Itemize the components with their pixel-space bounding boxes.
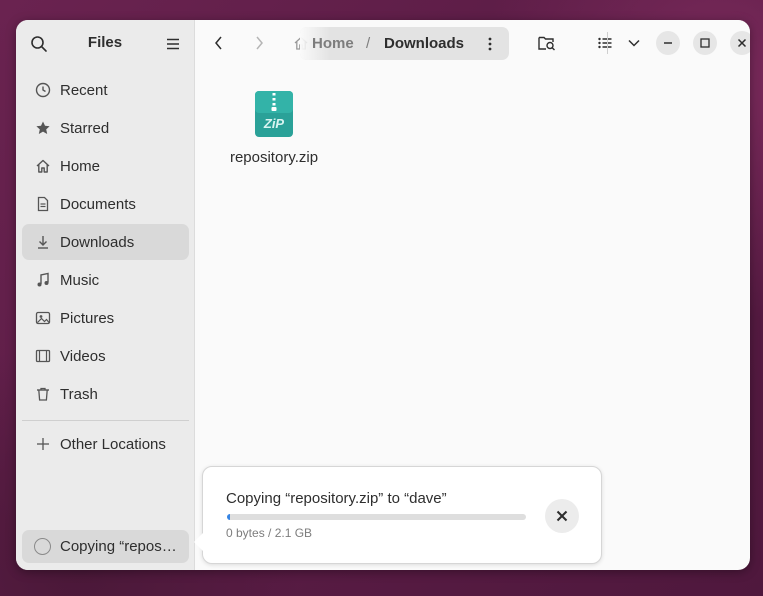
sidebar-item-pictures[interactable]: Pictures — [22, 300, 189, 336]
sidebar-item-music[interactable]: Music — [22, 262, 189, 298]
kebab-menu-icon[interactable] — [482, 35, 498, 53]
plus-icon — [34, 435, 52, 453]
sidebar-item-label: Other Locations — [60, 435, 166, 453]
operations-status-button[interactable]: Copying “repository.zip” to “dave” — [22, 530, 189, 563]
star-icon — [34, 119, 52, 137]
view-toggle-divider — [607, 32, 608, 54]
file-operation-popover: Copying “repository.zip” to “dave” 0 byt… — [194, 466, 602, 564]
sidebar-item-home[interactable]: Home — [22, 148, 189, 184]
progress-fill — [227, 514, 230, 520]
operation-progress-bar — [227, 514, 526, 520]
breadcrumb-current[interactable]: Downloads — [384, 35, 464, 52]
sidebar-item-label: Starred — [60, 119, 110, 137]
sidebar-item-label: Downloads — [60, 233, 135, 251]
chevron-left-icon — [215, 36, 222, 50]
sidebar-item-label: Recent — [60, 81, 108, 99]
sidebar-item-trash[interactable]: Trash — [22, 376, 189, 412]
header-bar: Home / Downloads — [196, 20, 750, 66]
trash-icon — [34, 385, 52, 403]
back-button[interactable] — [207, 31, 231, 55]
operation-title: Copying “repository.zip” to “dave” — [226, 490, 447, 507]
music-icon — [34, 271, 52, 289]
sidebar-item-label: Home — [60, 157, 101, 175]
sidebar-item-label: Trash — [60, 385, 98, 403]
close-button[interactable] — [730, 31, 750, 55]
clock-icon — [34, 81, 52, 99]
chevron-right-icon — [256, 36, 263, 50]
sidebar-item-label: Documents — [60, 195, 136, 213]
video-icon — [34, 347, 52, 365]
breadcrumb: Home / Downloads — [294, 27, 509, 60]
home-icon — [34, 157, 52, 175]
sidebar: Files Recent Starred Home Documents Down… — [16, 20, 195, 570]
sidebar-item-starred[interactable]: Starred — [22, 110, 189, 146]
download-icon — [34, 233, 52, 251]
close-icon — [556, 510, 568, 522]
sidebar-item-recent[interactable]: Recent — [22, 72, 189, 108]
chevron-down-icon[interactable] — [623, 32, 645, 54]
document-icon — [34, 195, 52, 213]
operations-status-label: Copying “repository.zip” to “dave” — [60, 538, 178, 555]
sidebar-item-label: Videos — [60, 347, 106, 365]
zip-icon-label: ZiP — [263, 116, 285, 131]
sidebar-header: Files — [16, 20, 194, 66]
zip-archive-icon: ZiP — [255, 91, 293, 137]
maximize-button[interactable] — [693, 31, 717, 55]
search-folder-icon[interactable] — [536, 32, 558, 54]
breadcrumb-separator: / — [366, 35, 371, 52]
list-view-icon[interactable] — [594, 32, 616, 54]
sidebar-item-videos[interactable]: Videos — [22, 338, 189, 374]
cancel-operation-button[interactable] — [545, 499, 579, 533]
progress-spinner-icon — [34, 538, 51, 555]
sidebar-places: Recent Starred Home Documents Downloads … — [22, 72, 189, 414]
sidebar-item-documents[interactable]: Documents — [22, 186, 189, 222]
file-item[interactable]: ZiP repository.zip — [224, 90, 324, 166]
sidebar-divider — [22, 420, 189, 421]
breadcrumb-home[interactable]: Home — [312, 35, 354, 52]
sidebar-item-other-locations[interactable]: Other Locations — [22, 426, 189, 462]
maximize-icon — [700, 38, 710, 48]
minimize-icon — [664, 42, 672, 44]
picture-icon — [34, 309, 52, 327]
hamburger-menu-icon[interactable] — [164, 35, 182, 53]
close-icon — [737, 38, 747, 48]
popover-arrow — [194, 533, 203, 551]
forward-button[interactable] — [247, 31, 271, 55]
sidebar-item-label: Pictures — [60, 309, 115, 327]
sidebar-other-locations-group: Other Locations — [22, 426, 189, 464]
file-name: repository.zip — [229, 149, 319, 166]
operation-subtitle: 0 bytes / 2.1 GB — [226, 526, 313, 540]
sidebar-item-label: Music — [60, 271, 100, 289]
minimize-button[interactable] — [656, 31, 680, 55]
sidebar-item-downloads[interactable]: Downloads — [22, 224, 189, 260]
